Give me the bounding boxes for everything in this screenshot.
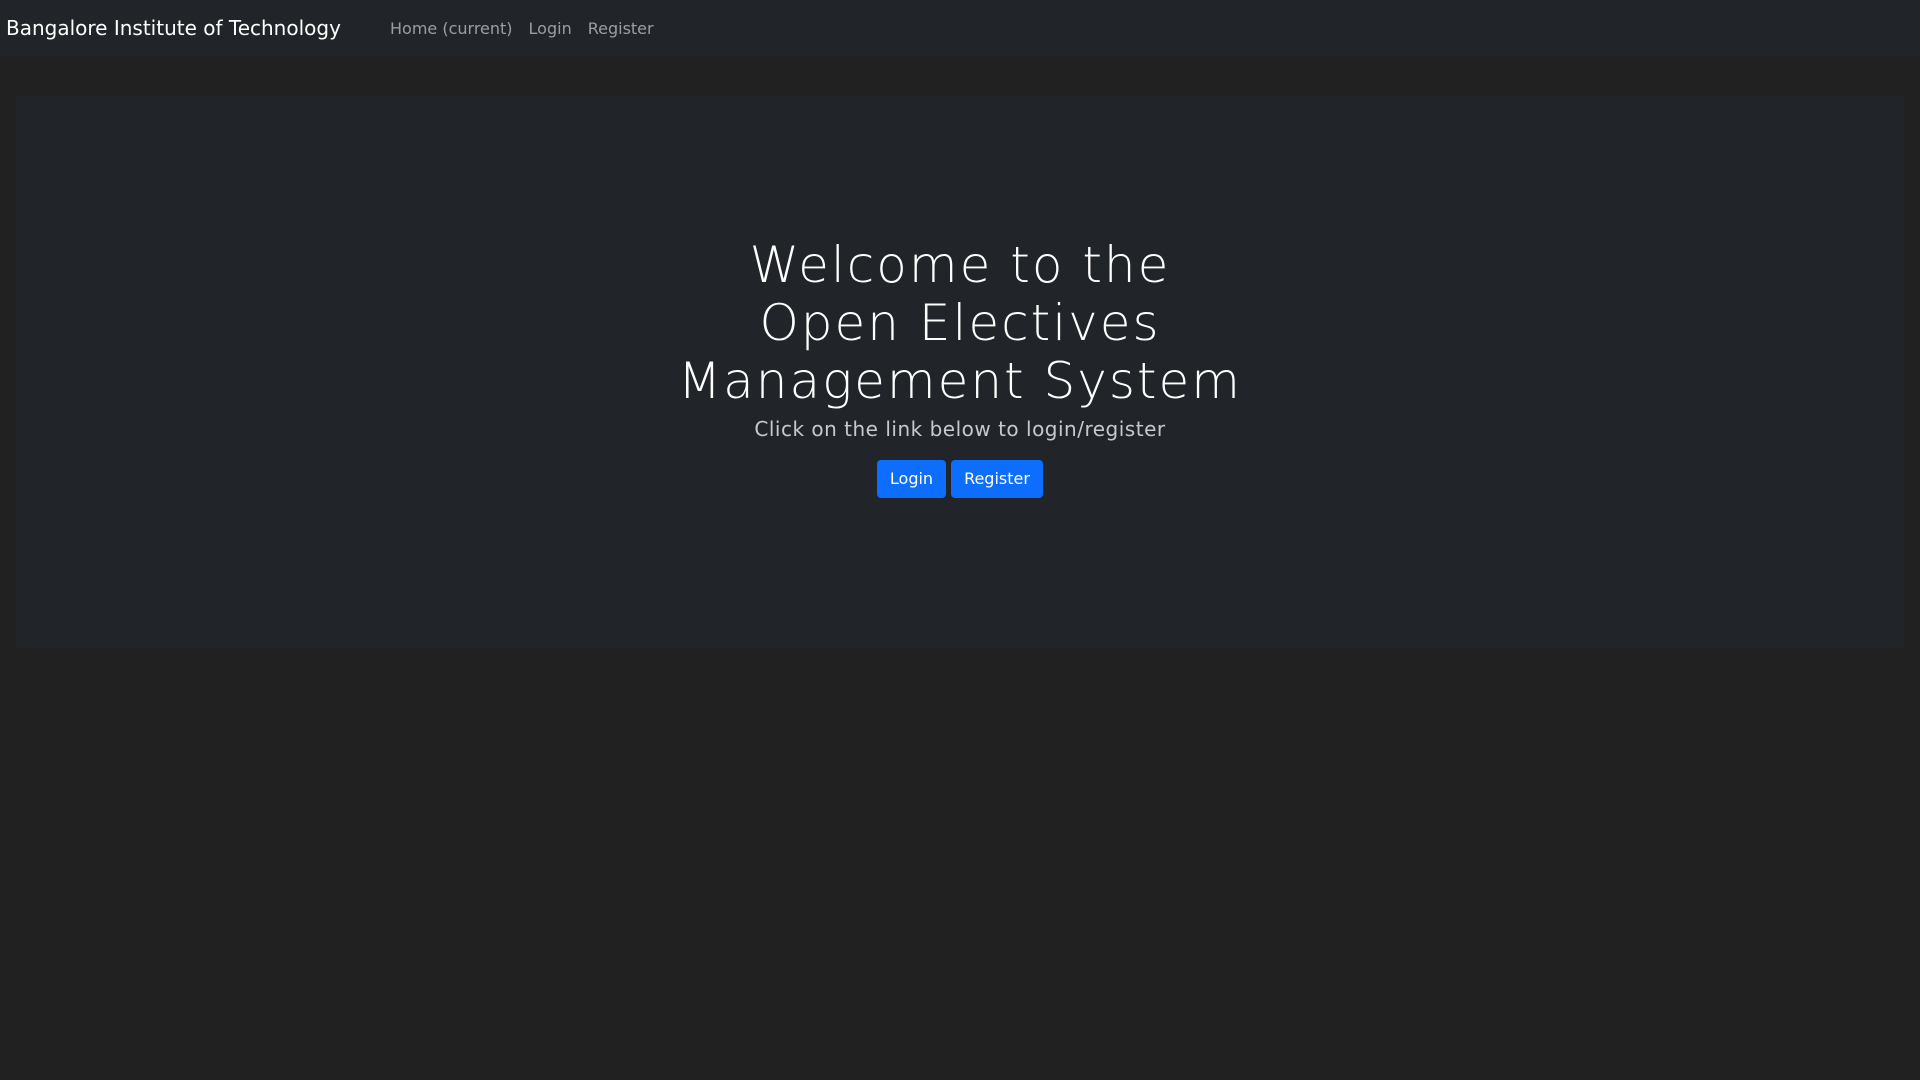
- hero-content: Welcome to the Open Electives Management…: [0, 236, 1920, 498]
- hero-title-line-2: Open Electives: [759, 294, 1161, 352]
- nav-link-login[interactable]: Login: [529, 19, 572, 38]
- navbar-brand[interactable]: Bangalore Institute of Technology: [6, 0, 341, 56]
- nav-links: Home (current) Login Register: [390, 0, 670, 56]
- login-button[interactable]: Login: [877, 460, 946, 498]
- nav-link-register[interactable]: Register: [588, 19, 654, 38]
- nav-link-home[interactable]: Home (current): [390, 19, 513, 38]
- hero-subtitle: Click on the link below to login/registe…: [754, 417, 1166, 441]
- register-button[interactable]: Register: [951, 460, 1043, 498]
- hero-title-line-1: Welcome to the: [749, 236, 1171, 294]
- hero-title-line-3: Management System: [678, 352, 1242, 410]
- hero-title: Welcome to the Open Electives Management…: [0, 236, 1920, 410]
- hero-button-row: Login Register: [0, 460, 1920, 498]
- navbar: Bangalore Institute of Technology Home (…: [0, 0, 1920, 56]
